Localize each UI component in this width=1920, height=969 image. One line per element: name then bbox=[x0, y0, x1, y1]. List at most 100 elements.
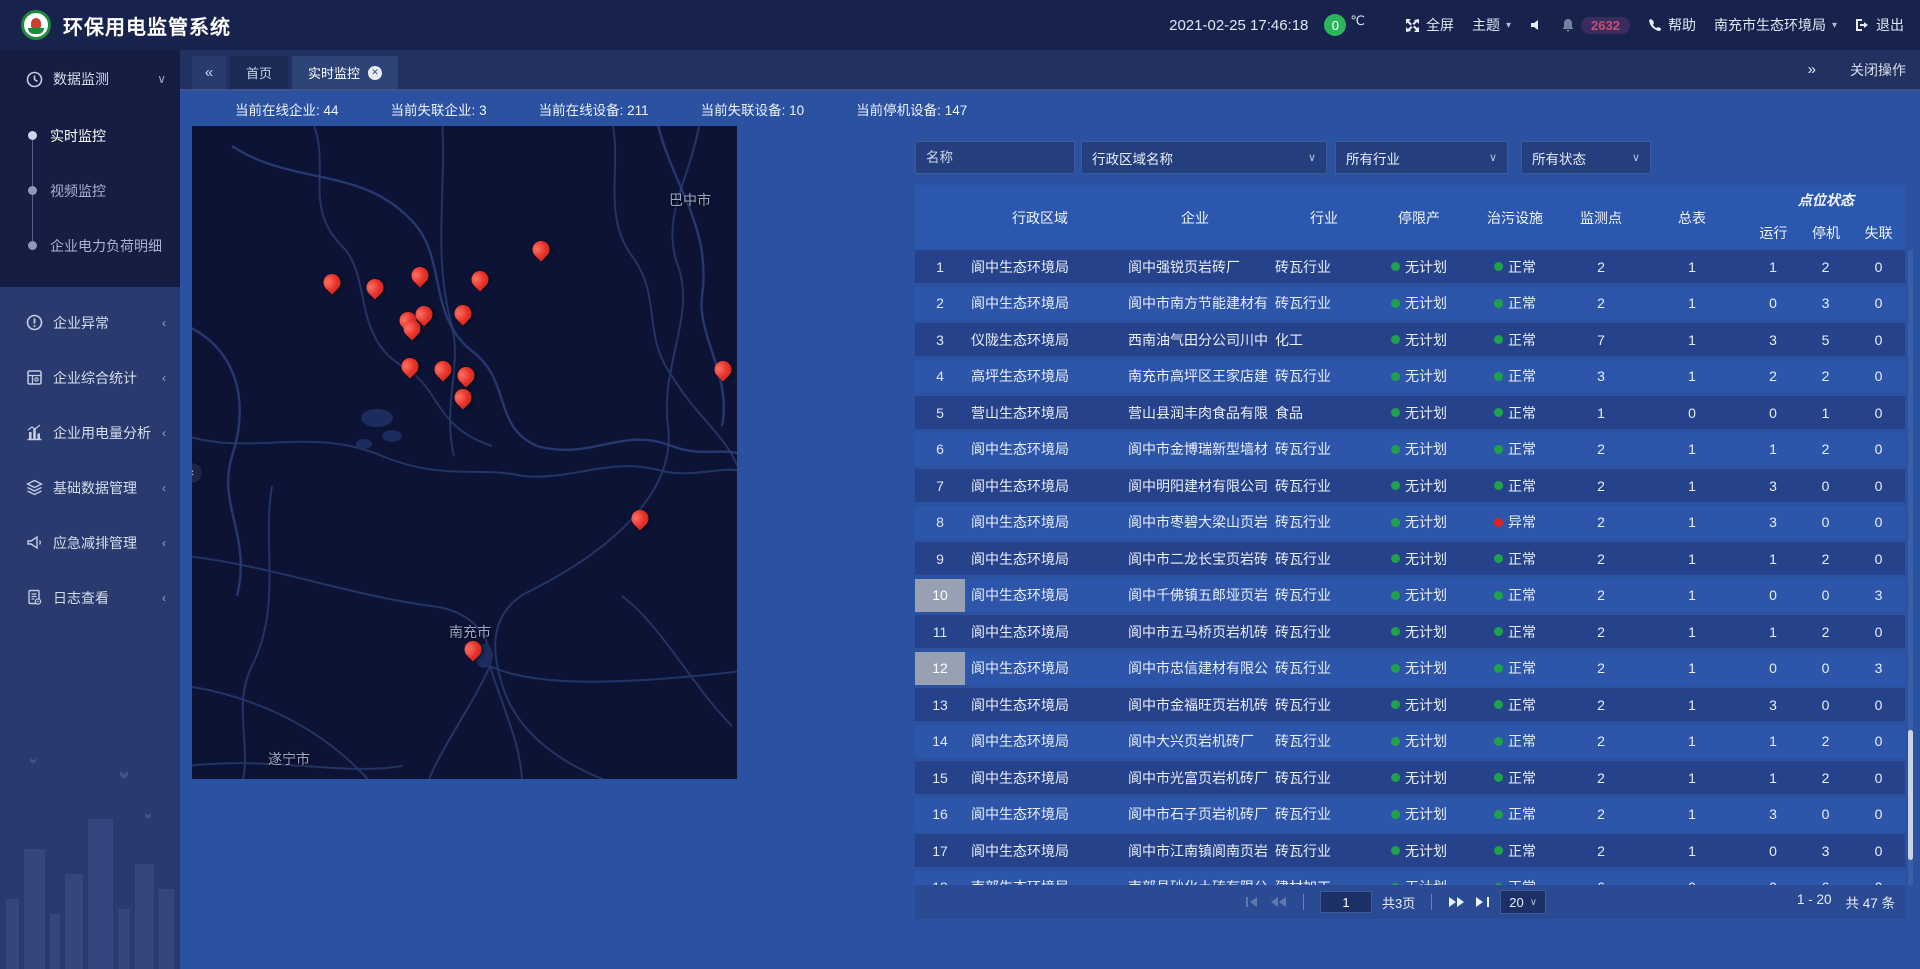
cell-facility: 异常 bbox=[1465, 506, 1565, 539]
table-row[interactable]: 2 阆中生态环境局 阆中市南方节能建材有 砖瓦行业 无计划 正常 2 1 0 3… bbox=[915, 287, 1905, 320]
status-dot bbox=[1391, 627, 1400, 636]
map-pin[interactable] bbox=[367, 279, 384, 296]
cell-stop-limit: 无计划 bbox=[1373, 798, 1465, 831]
sidebar-skyline-decoration bbox=[0, 789, 180, 969]
sidebar-group-log-view[interactable]: 日志查看 ‹ bbox=[0, 570, 180, 625]
sidebar-group-enterprise-abnormal[interactable]: 企业异常 ‹ bbox=[0, 295, 180, 350]
last-page-button[interactable] bbox=[1475, 896, 1490, 908]
table-row[interactable]: 5 营山生态环境局 营山县润丰肉食品有限 食品 无计划 正常 1 0 0 1 0 bbox=[915, 396, 1905, 429]
page-number-input[interactable] bbox=[1320, 891, 1372, 913]
stop-limit-text: 无计划 bbox=[1405, 439, 1447, 459]
table-row[interactable]: 10 阆中生态环境局 阆中千佛镇五郎垭页岩 砖瓦行业 无计划 正常 2 1 0 … bbox=[915, 579, 1905, 612]
name-filter-input[interactable] bbox=[926, 150, 1064, 165]
sidebar-item-realtime-monitoring[interactable]: 实时监控 bbox=[50, 108, 180, 163]
col-enterprise: 企业 bbox=[1115, 185, 1275, 250]
table-row[interactable]: 3 仪陇生态环境局 西南油气田分公司川中 化工 无计划 正常 7 1 3 5 0 bbox=[915, 323, 1905, 356]
map-pin[interactable] bbox=[455, 305, 472, 322]
table-row[interactable]: 7 阆中生态环境局 阆中明阳建材有限公司 砖瓦行业 无计划 正常 2 1 3 0… bbox=[915, 469, 1905, 502]
cell-stop-limit: 无计划 bbox=[1373, 615, 1465, 648]
fullscreen-button[interactable]: 全屏 bbox=[1405, 15, 1454, 35]
tabs-scroll-right-button[interactable]: » bbox=[1808, 61, 1816, 78]
tabs-scroll-left-button[interactable]: « bbox=[192, 56, 226, 89]
next-page-button[interactable] bbox=[1448, 896, 1465, 908]
table-row[interactable]: 15 阆中生态环境局 阆中市光富页岩机砖厂 砖瓦行业 无计划 正常 2 1 1 … bbox=[915, 761, 1905, 794]
cell-lost: 0 bbox=[1852, 506, 1905, 539]
sidebar-group-basic-data[interactable]: 基础数据管理 ‹ bbox=[0, 460, 180, 515]
map-pin[interactable] bbox=[472, 271, 489, 288]
status-dot bbox=[1494, 299, 1503, 308]
map-pin[interactable] bbox=[465, 641, 482, 658]
cell-down: 2 bbox=[1799, 542, 1852, 575]
cell-region: 阆中生态环境局 bbox=[965, 615, 1115, 648]
cell-industry: 砖瓦行业 bbox=[1275, 250, 1373, 283]
cell-run: 3 bbox=[1747, 798, 1799, 831]
status-dot bbox=[1391, 773, 1400, 782]
notifications-button[interactable]: 2632 bbox=[1561, 17, 1630, 34]
table-row[interactable]: 14 阆中生态环境局 阆中大兴页岩机砖厂 砖瓦行业 无计划 正常 2 1 1 2… bbox=[915, 725, 1905, 758]
facility-text: 正常 bbox=[1508, 293, 1536, 313]
logout-button[interactable]: 退出 bbox=[1855, 15, 1904, 35]
table-scrollbar[interactable] bbox=[1908, 250, 1913, 885]
cell-enterprise: 阆中市金博瑞新型墙材 bbox=[1115, 433, 1275, 466]
page-size-select[interactable]: 20 ∨ bbox=[1500, 890, 1546, 914]
cell-region: 南部生态环境局 bbox=[965, 871, 1115, 886]
sidebar-group-emergency-reduction[interactable]: 应急减排管理 ‹ bbox=[0, 515, 180, 570]
sidebar-group-label: 日志查看 bbox=[53, 588, 109, 608]
table-row[interactable]: 4 高坪生态环境局 南充市高坪区王家店建 砖瓦行业 无计划 正常 3 1 2 2… bbox=[915, 360, 1905, 393]
map-pin[interactable] bbox=[632, 510, 649, 527]
cell-region: 阆中生态环境局 bbox=[965, 725, 1115, 758]
table-row[interactable]: 12 阆中生态环境局 阆中市忠信建材有限公 砖瓦行业 无计划 正常 2 1 0 … bbox=[915, 652, 1905, 685]
table-row[interactable]: 1 阆中生态环境局 阆中强锐页岩砖厂 砖瓦行业 无计划 正常 2 1 1 2 0 bbox=[915, 250, 1905, 283]
help-button[interactable]: 帮助 bbox=[1648, 15, 1696, 35]
map-pin[interactable] bbox=[458, 367, 475, 384]
table-row[interactable]: 6 阆中生态环境局 阆中市金博瑞新型墙材 砖瓦行业 无计划 正常 2 1 1 2… bbox=[915, 433, 1905, 466]
region-filter-select[interactable]: 行政区域名称 ∨ bbox=[1081, 141, 1327, 174]
tab-home[interactable]: 首页 bbox=[230, 56, 288, 89]
row-index: 7 bbox=[915, 469, 965, 502]
table-row[interactable]: 13 阆中生态环境局 阆中市金福旺页岩机砖 砖瓦行业 无计划 正常 2 1 3 … bbox=[915, 688, 1905, 721]
map-pin[interactable] bbox=[435, 361, 452, 378]
prev-page-button[interactable] bbox=[1270, 896, 1287, 908]
close-operations-button[interactable]: 关闭操作 bbox=[1850, 60, 1906, 80]
map-pin[interactable] bbox=[404, 320, 421, 337]
status-dot bbox=[1391, 481, 1400, 490]
industry-filter-select[interactable]: 所有行业 ∨ bbox=[1335, 141, 1508, 174]
mute-button[interactable] bbox=[1529, 18, 1543, 32]
tab-realtime-monitoring[interactable]: 实时监控 ✕ bbox=[292, 56, 398, 89]
status-dot bbox=[1391, 518, 1400, 527]
map-pin[interactable] bbox=[324, 274, 341, 291]
table-row[interactable]: 16 阆中生态环境局 阆中市石子页岩机砖厂 砖瓦行业 无计划 正常 2 1 3 … bbox=[915, 798, 1905, 831]
org-dropdown[interactable]: 南充市生态环境局 ▾ bbox=[1714, 15, 1837, 35]
map-pin[interactable] bbox=[533, 241, 550, 258]
first-page-button[interactable] bbox=[1245, 896, 1260, 908]
map-pin[interactable] bbox=[412, 267, 429, 284]
cell-region: 阆中生态环境局 bbox=[965, 652, 1115, 685]
sidebar-item-video-monitoring[interactable]: 视频监控 bbox=[50, 163, 180, 218]
table-row[interactable]: 9 阆中生态环境局 阆中市二龙长宝页岩砖 砖瓦行业 无计划 正常 2 1 1 2… bbox=[915, 542, 1905, 575]
cell-region: 营山生态环境局 bbox=[965, 396, 1115, 429]
table-row[interactable]: 11 阆中生态环境局 阆中市五马桥页岩机砖 砖瓦行业 无计划 正常 2 1 1 … bbox=[915, 615, 1905, 648]
name-filter-field bbox=[915, 141, 1075, 174]
butterfly-decoration bbox=[120, 771, 128, 779]
sidebar-group-enterprise-statistics[interactable]: 企业综合统计 ‹ bbox=[0, 350, 180, 405]
cell-down: 6 bbox=[1799, 871, 1852, 886]
table-row[interactable]: 8 阆中生态环境局 阆中市枣碧大梁山页岩 砖瓦行业 无计划 异常 2 1 3 0… bbox=[915, 506, 1905, 539]
table-row[interactable]: 18 南部生态环境局 南部县砂化土砖有限公 建材加工 无计划 正常 6 0 0 … bbox=[915, 871, 1905, 886]
sidebar-group-header-data-monitoring[interactable]: 数据监测 ∨ bbox=[0, 50, 180, 108]
status-dot bbox=[1494, 481, 1503, 490]
enterprise-table-panel: 行政区域名称 ∨ 所有行业 ∨ 所有状态 ∨ 行政区域 企业 行业 停限产 治污… bbox=[915, 91, 1905, 919]
cell-stop-limit: 无计划 bbox=[1373, 542, 1465, 575]
butterfly-decoration bbox=[30, 758, 36, 764]
chevron-down-icon: ∨ bbox=[157, 72, 166, 86]
map-canvas[interactable]: ‹ 巴中市南充市遂宁市 bbox=[192, 126, 737, 779]
close-icon[interactable]: ✕ bbox=[368, 66, 382, 80]
table-row[interactable]: 17 阆中生态环境局 阆中市江南镇阆南页岩 砖瓦行业 无计划 正常 2 1 0 … bbox=[915, 834, 1905, 867]
status-filter-select[interactable]: 所有状态 ∨ bbox=[1521, 141, 1651, 174]
sidebar-group-power-analysis[interactable]: 企业用电量分析 ‹ bbox=[0, 405, 180, 460]
map-pin[interactable] bbox=[715, 361, 732, 378]
theme-dropdown[interactable]: 主题 ▾ bbox=[1472, 15, 1511, 35]
map-pin[interactable] bbox=[402, 358, 419, 375]
sidebar-item-power-load-detail[interactable]: 企业电力负荷明细 bbox=[50, 218, 180, 273]
cell-industry: 砖瓦行业 bbox=[1275, 506, 1373, 539]
map-pin[interactable] bbox=[455, 389, 472, 406]
